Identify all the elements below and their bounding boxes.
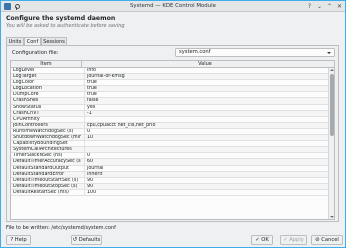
row-item-name: ShowStatus xyxy=(13,104,42,110)
row-item-value[interactable]: 90 xyxy=(84,177,324,184)
row-item-name: LogTarget xyxy=(13,74,37,80)
help-button[interactable]: ? Help xyxy=(6,235,31,245)
config-file-label: Configuration file: xyxy=(12,50,59,56)
row-item-value[interactable]: 90 xyxy=(84,183,324,190)
row-item-name: LogLocation xyxy=(13,86,42,92)
row-item-name: LogColor xyxy=(13,80,35,86)
row-item-value[interactable]: false xyxy=(84,98,324,105)
row-item-name: DefaultStandardError xyxy=(13,171,65,177)
row-item-value[interactable]: info xyxy=(84,68,324,74)
table-body: LogLevel info LogTarget journal-or-kmsg LogC… xyxy=(11,68,328,196)
row-item-name: DefaultStandardOutput xyxy=(13,165,70,171)
row-item-value[interactable]: true xyxy=(84,92,324,99)
row-item-value[interactable]: journal-or-kmsg xyxy=(84,74,324,81)
page-subtitle: You will be asked to authenticate before… xyxy=(6,23,125,29)
table-header: Item Value xyxy=(11,61,334,68)
row-item-value[interactable] xyxy=(84,116,324,123)
file-path-label: File to be written: /etc/systemd/system.… xyxy=(6,225,116,231)
cancel-button-label: Cancel xyxy=(321,237,339,243)
page-title: Configure the systemd daemon xyxy=(6,15,116,22)
row-item-value[interactable]: 10 xyxy=(84,135,324,142)
chevron-down-icon xyxy=(327,52,331,54)
close-icon[interactable]: ✕ xyxy=(336,3,343,10)
row-item-name: CapabilityBoundingSet xyxy=(13,141,68,147)
column-header-value[interactable]: Value xyxy=(82,61,328,68)
row-item-value[interactable]: 0 xyxy=(84,153,324,160)
row-item-value[interactable]: true xyxy=(84,80,324,87)
conf-panel: Configuration file: system.conf Item Val… xyxy=(6,45,339,222)
row-item-name: DumpCore xyxy=(13,92,39,98)
config-file-value: system.conf xyxy=(179,49,211,55)
scrollbar-thumb[interactable] xyxy=(330,74,334,136)
titlebar[interactable]: Systemd — KDE Control Module ? ⌄ ⌃ ✕ xyxy=(1,1,345,12)
kcm-window: Systemd — KDE Control Module ? ⌄ ⌃ ✕ Con… xyxy=(0,0,346,248)
row-item-value[interactable] xyxy=(84,147,324,154)
row-item-name: JoinControllers xyxy=(13,122,48,128)
table-row[interactable]: DefaultRestartSec (ms) 100 xyxy=(11,189,328,196)
row-item-name: TimerSlackNSec (ns) xyxy=(13,153,63,159)
row-item-value[interactable]: -1 xyxy=(84,110,324,117)
pin-icon[interactable] xyxy=(13,3,20,10)
row-item-value[interactable]: inherit xyxy=(84,171,324,178)
window-title: Systemd — KDE Control Module xyxy=(130,3,216,9)
row-item-name: SystemCallArchitectures xyxy=(13,147,72,153)
reset-icon: ↺ xyxy=(72,237,78,243)
row-item-value[interactable]: journal xyxy=(84,165,324,172)
help-button-label: Help xyxy=(14,237,27,243)
row-item-value[interactable]: yes xyxy=(84,104,324,111)
row-item-name: RuntimeWatchdogSec (s) xyxy=(13,128,74,134)
conf-table: Item Value LogLevel info LogTarget journal-… xyxy=(10,60,335,220)
row-item-value[interactable]: true xyxy=(84,86,324,93)
config-file-select[interactable]: system.conf xyxy=(175,48,335,57)
row-item-value[interactable]: 0 xyxy=(84,128,324,135)
row-item-value[interactable] xyxy=(84,141,324,148)
row-item-value[interactable]: 100 xyxy=(84,189,324,196)
help-circle-icon: ? xyxy=(10,237,14,243)
row-item-value[interactable]: 60 xyxy=(84,159,324,166)
row-item-name: DefaultTimeoutStartSec (s) xyxy=(13,177,79,183)
apply-button-label: Apply xyxy=(289,237,304,243)
app-icon[interactable] xyxy=(4,3,11,10)
defaults-button[interactable]: ↺ Defaults xyxy=(71,235,102,245)
row-item-name: DefaultTimerAccuracySec (s) xyxy=(13,159,81,165)
row-item-name: DefaultTimeoutStopSec (s) xyxy=(13,183,78,189)
cancel-icon: ⊘ xyxy=(315,237,320,243)
ok-button-label: OK xyxy=(261,237,269,243)
row-item-name: CPUAffinity xyxy=(13,116,40,122)
apply-check-icon: ✓ xyxy=(283,237,288,243)
scroll-down-icon[interactable] xyxy=(330,216,334,218)
row-item-name: CrashShell xyxy=(13,98,39,104)
check-icon: ✓ xyxy=(255,237,260,243)
row-item-name: CrashChVT xyxy=(13,110,40,116)
scroll-up-icon[interactable] xyxy=(330,69,334,71)
ok-button[interactable]: ✓ OK xyxy=(251,235,273,245)
vertical-scrollbar[interactable] xyxy=(328,68,334,219)
row-item-name: ShutdownWatchdogSec (min) xyxy=(13,135,81,141)
defaults-button-label: Defaults xyxy=(78,237,101,243)
maximize-icon[interactable]: ⌃ xyxy=(326,3,333,10)
row-item-value[interactable]: cpu,cpuacct net_cls,net_prio xyxy=(84,122,324,129)
row-item-name: DefaultRestartSec (ms) xyxy=(13,189,69,195)
minimize-icon[interactable]: ⌄ xyxy=(316,3,323,10)
row-item-name: LogLevel xyxy=(13,68,35,73)
column-header-item[interactable]: Item xyxy=(11,61,82,68)
cancel-button[interactable]: ⊘ Cancel xyxy=(311,235,343,245)
apply-button[interactable]: ✓ Apply xyxy=(280,235,307,245)
help-icon[interactable]: ? xyxy=(306,3,313,10)
